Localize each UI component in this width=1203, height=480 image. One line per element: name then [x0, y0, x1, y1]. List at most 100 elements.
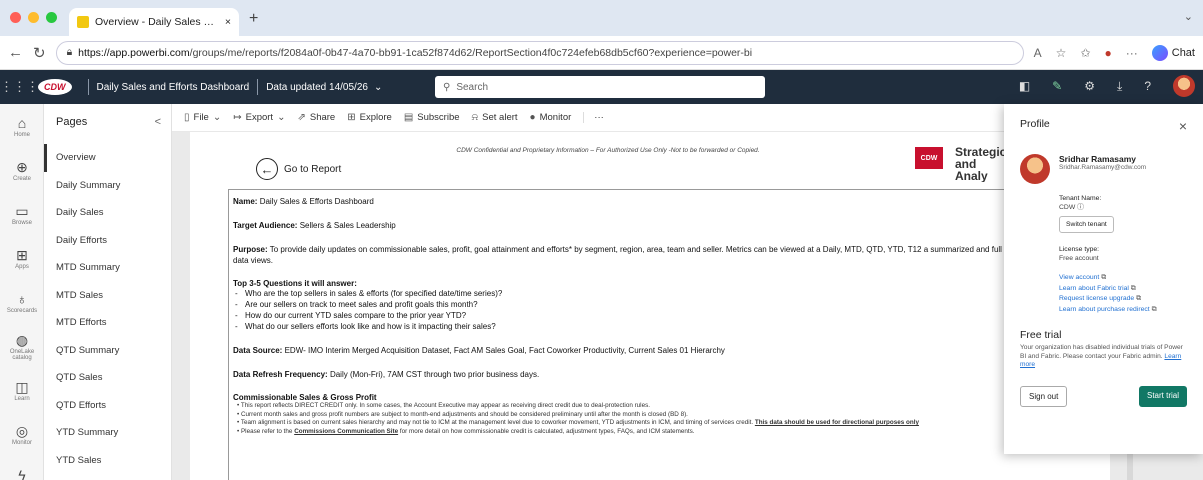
page-item[interactable]: QTD Sales [44, 364, 171, 392]
chat-button[interactable]: Chat [1151, 44, 1195, 61]
set-alert-label: Set alert [482, 112, 518, 123]
profile-link-label: View account [1059, 274, 1100, 281]
profile-email: Sridhar.Ramasamy@cdw.com [1059, 164, 1147, 171]
pages-title: Pages [56, 116, 88, 128]
commissions-site-link[interactable]: Commissions Communication Site [294, 428, 398, 435]
export-label: Export [245, 112, 274, 123]
copilot-icon [1151, 44, 1168, 61]
app-launcher-icon[interactable]: ⋮⋮⋮ [0, 79, 39, 95]
external-link-icon: ⧉ [1130, 284, 1136, 292]
external-link-icon: ⧉ [1101, 274, 1107, 281]
url-path: /groups/me/reports/f2084a0f-0b47-4a70-bb… [189, 46, 753, 59]
rail-item-home[interactable]: ⌂ Home [0, 104, 44, 148]
page-item[interactable]: QTD Efforts [44, 392, 171, 420]
rail-item-learn[interactable]: ◫ Learn [0, 368, 44, 412]
settings-icon[interactable]: ⚙ [1084, 79, 1095, 93]
search-icon: ⚲ [443, 81, 451, 93]
explore-button[interactable]: ⊞ Explore [347, 112, 392, 123]
back-icon[interactable]: ← [8, 44, 23, 61]
page-item[interactable]: YTD Sales [44, 447, 171, 475]
question-item: How do our current YTD sales compare to … [233, 310, 1014, 321]
brand-logo[interactable]: CDW [38, 79, 72, 95]
minimize-window-button[interactable] [28, 12, 39, 23]
page-item[interactable]: QTD Summary [44, 337, 171, 365]
favorite-star-icon[interactable]: ☆ [1056, 46, 1067, 60]
header-divider [257, 79, 259, 95]
favorites-icon[interactable]: ✩ [1080, 46, 1090, 60]
page-item[interactable]: MTD Summary [44, 254, 171, 282]
rail-item-monitor[interactable]: ◎ Monitor [0, 412, 44, 456]
close-icon[interactable]: × [1179, 118, 1187, 134]
page-item[interactable]: Daily Efforts [44, 227, 171, 255]
profile-link[interactable]: Learn about purchase redirect ⧉ [1059, 305, 1187, 316]
close-tab-icon[interactable]: × [225, 16, 231, 28]
collapse-pages-icon[interactable]: < [155, 116, 161, 144]
name-value: Daily Sales & Efforts Dashboard [259, 197, 374, 206]
page-item[interactable]: Daily Sales [44, 199, 171, 227]
subscribe-icon: ▤ [403, 112, 414, 123]
more-icon[interactable]: ··· [1126, 46, 1138, 60]
monitor-button[interactable]: ● Monitor [530, 112, 572, 123]
feedback-icon[interactable]: ✎ [1052, 79, 1062, 93]
notebook-icon[interactable]: ◧ [1019, 79, 1030, 93]
chevron-down-icon[interactable]: ⌄ [1184, 10, 1193, 23]
rail-item-onelake[interactable]: ◍ OneLake catalog [0, 324, 44, 368]
share-button[interactable]: ⇗ Share [297, 112, 335, 123]
profile-link-label: Learn about Fabric trial [1059, 284, 1129, 292]
free-trial-text: Your organization has disabled individua… [1020, 344, 1183, 360]
set-alert-button[interactable]: ⍾ Set alert [472, 112, 518, 123]
arrow-left-icon: ← [256, 158, 278, 180]
questions-list: Who are the top sellers in sales & effor… [233, 288, 1014, 332]
file-menu[interactable]: ▯ File ⌄ [184, 112, 221, 123]
url-host: https://app.powerbi.com [78, 46, 190, 59]
audience-value: Sellers & Sales Leadership [299, 221, 396, 230]
close-window-button[interactable] [10, 12, 21, 23]
page-item[interactable]: MTD Sales [44, 282, 171, 310]
page-item[interactable]: MTD Efforts [44, 309, 171, 337]
avatar[interactable] [1173, 75, 1195, 97]
profile-name: Sridhar Ramasamy [1059, 154, 1137, 164]
profile-link[interactable]: Learn about Fabric trial ⧉ [1059, 284, 1187, 295]
page-item[interactable]: Daily Summary [44, 172, 171, 200]
extension-icon[interactable]: ● [1105, 46, 1112, 60]
note-item: Current month sales and gross profit num… [233, 411, 1014, 420]
download-icon[interactable]: ⤓ [1117, 79, 1122, 94]
report-title[interactable]: Daily Sales and Efforts Dashboard [97, 82, 250, 93]
chat-label: Chat [1171, 46, 1195, 59]
explore-label: Explore [359, 112, 392, 123]
help-icon[interactable]: ? [1144, 79, 1151, 93]
switch-tenant-button[interactable]: Switch tenant [1059, 216, 1114, 233]
browse-icon: ▭ [15, 202, 29, 219]
rail-item-scorecards[interactable]: ♁ Scorecards [0, 280, 44, 324]
share-label: Share [309, 112, 336, 123]
more-options-button[interactable]: ··· [583, 112, 604, 123]
tenant-section: Tenant Name: CDW ⓘ Switch tenant [1059, 194, 1187, 233]
profile-link[interactable]: View account ⧉ [1059, 273, 1187, 284]
go-to-report-button[interactable]: ← Go to Report [256, 158, 341, 180]
reload-icon[interactable]: ↻ [33, 44, 46, 62]
subscribe-button[interactable]: ▤ Subscribe [404, 112, 460, 123]
chevron-down-icon[interactable]: ⌄ [374, 82, 382, 93]
note-item: This report reflects DIRECT CREDIT only.… [233, 402, 1014, 411]
page-item[interactable]: Overview [44, 144, 171, 172]
read-aloud-icon[interactable]: A [1034, 46, 1042, 60]
window-controls [0, 12, 57, 36]
browser-tab[interactable]: Overview - Daily Sales and Effo × [69, 8, 239, 36]
start-trial-button[interactable]: Start trial [1138, 385, 1187, 407]
scorecards-icon: ♁ [16, 290, 28, 307]
rail-item-browse[interactable]: ▭ Browse [0, 192, 44, 236]
profile-link[interactable]: Request license upgrade ⧉ [1059, 294, 1187, 305]
apps-icon: ⊞ [16, 246, 28, 263]
export-menu[interactable]: ↦ Export ⌄ [233, 112, 285, 123]
url-field[interactable]: 🔒︎ https://app.powerbi.com /groups/me/re… [55, 40, 1024, 65]
rail-item-create[interactable]: ⊕ Create [0, 148, 44, 192]
sign-out-button[interactable]: Sign out [1020, 385, 1068, 407]
data-updated[interactable]: Data updated 14/05/26 [266, 82, 368, 93]
maximize-window-button[interactable] [46, 12, 57, 23]
page-item[interactable]: YTD Summary [44, 419, 171, 447]
search-input[interactable]: ⚲ Search [435, 76, 765, 98]
new-tab-button[interactable]: + [249, 10, 258, 28]
rail-item-realtime[interactable]: ϟReal-Time [0, 456, 44, 480]
purpose-line: Purpose: To provide daily updates on com… [233, 244, 1014, 266]
rail-item-apps[interactable]: ⊞ Apps [0, 236, 44, 280]
